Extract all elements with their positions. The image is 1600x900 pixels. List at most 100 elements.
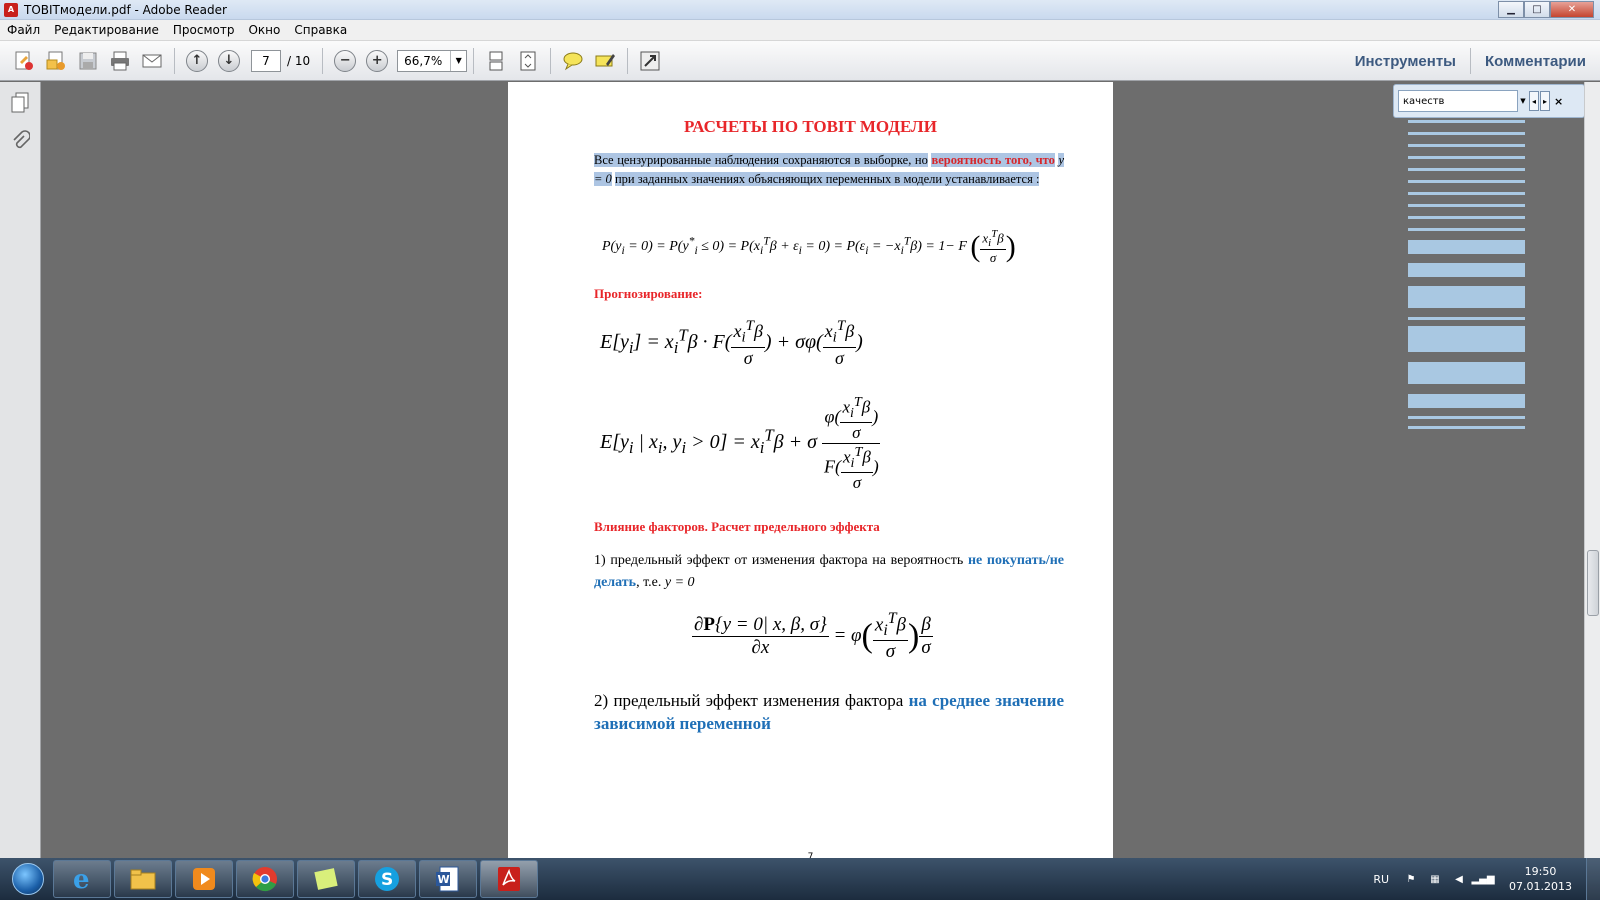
formula-expectation: E[yi] = xiTβ · F(xiTβ σ) + σφ(xiTβ σ) bbox=[600, 318, 863, 368]
item-2-text: 2) предельный эффект изменения фактора bbox=[594, 691, 904, 710]
maximize-button[interactable]: □ bbox=[1524, 1, 1550, 18]
volume-muted-icon[interactable]: ◀ bbox=[1451, 872, 1467, 886]
result-stripe bbox=[1408, 416, 1525, 419]
result-stripe bbox=[1408, 394, 1525, 408]
window-controls: ▁ □ ✕ bbox=[1498, 1, 1594, 18]
start-button[interactable] bbox=[6, 859, 50, 899]
menu-file[interactable]: Файл bbox=[0, 23, 47, 37]
zoom-in-icon[interactable]: + bbox=[363, 47, 391, 75]
result-stripe bbox=[1408, 120, 1525, 123]
formula-conditional-expectation: E[yi | xi, yi > 0] = xiTβ + σ φ(xiTβ σ) F… bbox=[600, 394, 881, 493]
highlight-icon[interactable] bbox=[591, 47, 619, 75]
scrolling-mode-icon[interactable] bbox=[482, 47, 510, 75]
find-next-button[interactable]: ▸ bbox=[1540, 91, 1550, 111]
action-center-flag-icon[interactable]: ⚑ bbox=[1403, 872, 1419, 886]
zoom-value: 66,7% bbox=[404, 53, 443, 68]
signal-strength-icon[interactable]: ▂▄▆ bbox=[1471, 872, 1494, 886]
result-stripe bbox=[1408, 426, 1525, 429]
result-stripe bbox=[1408, 326, 1525, 352]
document-title: РАСЧЕТЫ ПО TOBIT МОДЕЛИ bbox=[684, 117, 937, 136]
close-window-button[interactable]: ✕ bbox=[1550, 1, 1594, 18]
intro-text-2: при заданных значениях объясняющих перем… bbox=[614, 172, 1040, 186]
search-results-overlay bbox=[1408, 118, 1525, 438]
page-thumbnails-icon[interactable] bbox=[8, 90, 32, 116]
scrollbar-thumb[interactable] bbox=[1587, 550, 1599, 616]
adobe-reader-icon[interactable] bbox=[480, 860, 538, 898]
sticky-notes-icon[interactable] bbox=[297, 860, 355, 898]
full-screen-icon[interactable] bbox=[636, 47, 664, 75]
zoom-out-icon[interactable]: − bbox=[331, 47, 359, 75]
result-stripe bbox=[1408, 144, 1525, 147]
media-player-icon[interactable] bbox=[175, 860, 233, 898]
open-file-icon[interactable] bbox=[42, 47, 70, 75]
minimize-button[interactable]: ▁ bbox=[1498, 1, 1524, 18]
influence-heading: Влияние факторов. Расчет предельного эфф… bbox=[594, 519, 880, 534]
menu-edit[interactable]: Редактирование bbox=[47, 23, 166, 37]
page-total: / 10 bbox=[287, 53, 311, 68]
result-stripe bbox=[1408, 180, 1525, 183]
toolbar-separator bbox=[174, 47, 175, 74]
toolbar-separator bbox=[322, 47, 324, 74]
create-pdf-icon[interactable] bbox=[10, 47, 38, 75]
result-stripe bbox=[1408, 317, 1525, 320]
page-number-input[interactable]: 7 bbox=[251, 49, 281, 72]
skype-icon[interactable]: S bbox=[358, 860, 416, 898]
result-stripe bbox=[1408, 263, 1525, 277]
internet-explorer-icon[interactable]: e bbox=[53, 860, 111, 898]
explorer-folder-icon[interactable] bbox=[114, 860, 172, 898]
item-1-paragraph: 1) предельный эффект от изменения фактор… bbox=[594, 550, 1064, 594]
word-icon[interactable]: W bbox=[419, 860, 477, 898]
find-previous-button[interactable]: ◂ bbox=[1529, 91, 1539, 111]
menu-bar: Файл Редактирование Просмотр Окно Справк… bbox=[0, 20, 1600, 41]
next-page-icon[interactable]: ↓ bbox=[215, 47, 243, 75]
formula-marginal-effect: ∂P{y = 0| x, β, σ} ∂x = φ(xiTβ σ) β σ bbox=[692, 610, 933, 663]
chevron-down-icon[interactable]: ▼ bbox=[450, 50, 466, 71]
item-1-y: y = 0 bbox=[664, 575, 695, 590]
email-icon[interactable] bbox=[138, 47, 166, 75]
previous-page-icon[interactable]: ↑ bbox=[183, 47, 211, 75]
result-stripe bbox=[1408, 362, 1525, 384]
tools-pane-button[interactable]: Инструменты bbox=[1341, 53, 1470, 70]
intro-text-1: Все цензурированные наблюдения сохраняют… bbox=[594, 153, 928, 167]
toolbar-separator bbox=[550, 47, 552, 74]
menu-help[interactable]: Справка bbox=[287, 23, 354, 37]
result-stripe bbox=[1408, 240, 1525, 254]
result-stripe bbox=[1408, 156, 1525, 159]
window-title: TOBITмодели.pdf - Adobe Reader bbox=[24, 2, 227, 17]
sticky-note-icon[interactable] bbox=[559, 47, 587, 75]
clock[interactable]: 19:50 07.01.2013 bbox=[1509, 864, 1572, 894]
toolbar-separator bbox=[473, 47, 475, 74]
item-1-tail: , т.е. bbox=[636, 575, 662, 590]
result-stripe bbox=[1408, 216, 1525, 219]
fit-page-icon[interactable] bbox=[514, 47, 542, 75]
comments-pane-button[interactable]: Комментарии bbox=[1471, 53, 1600, 70]
find-input[interactable]: качеств bbox=[1398, 90, 1518, 112]
title-bar: A TOBITмодели.pdf - Adobe Reader ▁ □ ✕ bbox=[0, 0, 1600, 20]
show-desktop-button[interactable] bbox=[1586, 858, 1600, 900]
vertical-scrollbar[interactable] bbox=[1584, 82, 1600, 858]
svg-text:W: W bbox=[438, 873, 450, 886]
menu-view[interactable]: Просмотр bbox=[166, 23, 242, 37]
svg-text:S: S bbox=[381, 870, 393, 890]
print-icon[interactable] bbox=[106, 47, 134, 75]
toolbar-separator bbox=[627, 47, 629, 74]
attachments-icon[interactable] bbox=[8, 128, 32, 154]
result-stripe bbox=[1408, 168, 1525, 171]
clock-date: 07.01.2013 bbox=[1509, 880, 1572, 893]
item-2-paragraph: 2) предельный эффект изменения фактора н… bbox=[594, 689, 1064, 735]
result-stripe bbox=[1408, 132, 1525, 135]
zoom-select[interactable]: 66,7% ▼ bbox=[397, 49, 468, 72]
close-icon[interactable]: × bbox=[1554, 95, 1563, 108]
chrome-icon[interactable] bbox=[236, 860, 294, 898]
save-icon[interactable] bbox=[74, 47, 102, 75]
pdf-icon: A bbox=[4, 2, 18, 17]
language-indicator[interactable]: RU bbox=[1373, 873, 1389, 886]
forecast-heading: Прогнозирование: bbox=[594, 286, 703, 301]
menu-window[interactable]: Окно bbox=[241, 23, 287, 37]
toolbar-right: Инструменты Комментарии bbox=[1341, 41, 1600, 81]
network-icon[interactable]: ▦ bbox=[1427, 872, 1443, 886]
chevron-down-icon[interactable]: ▼ bbox=[1518, 97, 1528, 105]
intro-bold: вероятность того, что bbox=[931, 153, 1055, 167]
result-stripe bbox=[1408, 286, 1525, 308]
system-tray: RU ⚑ ▦ ◀ ▂▄▆ 19:50 07.01.2013 bbox=[1373, 858, 1600, 900]
